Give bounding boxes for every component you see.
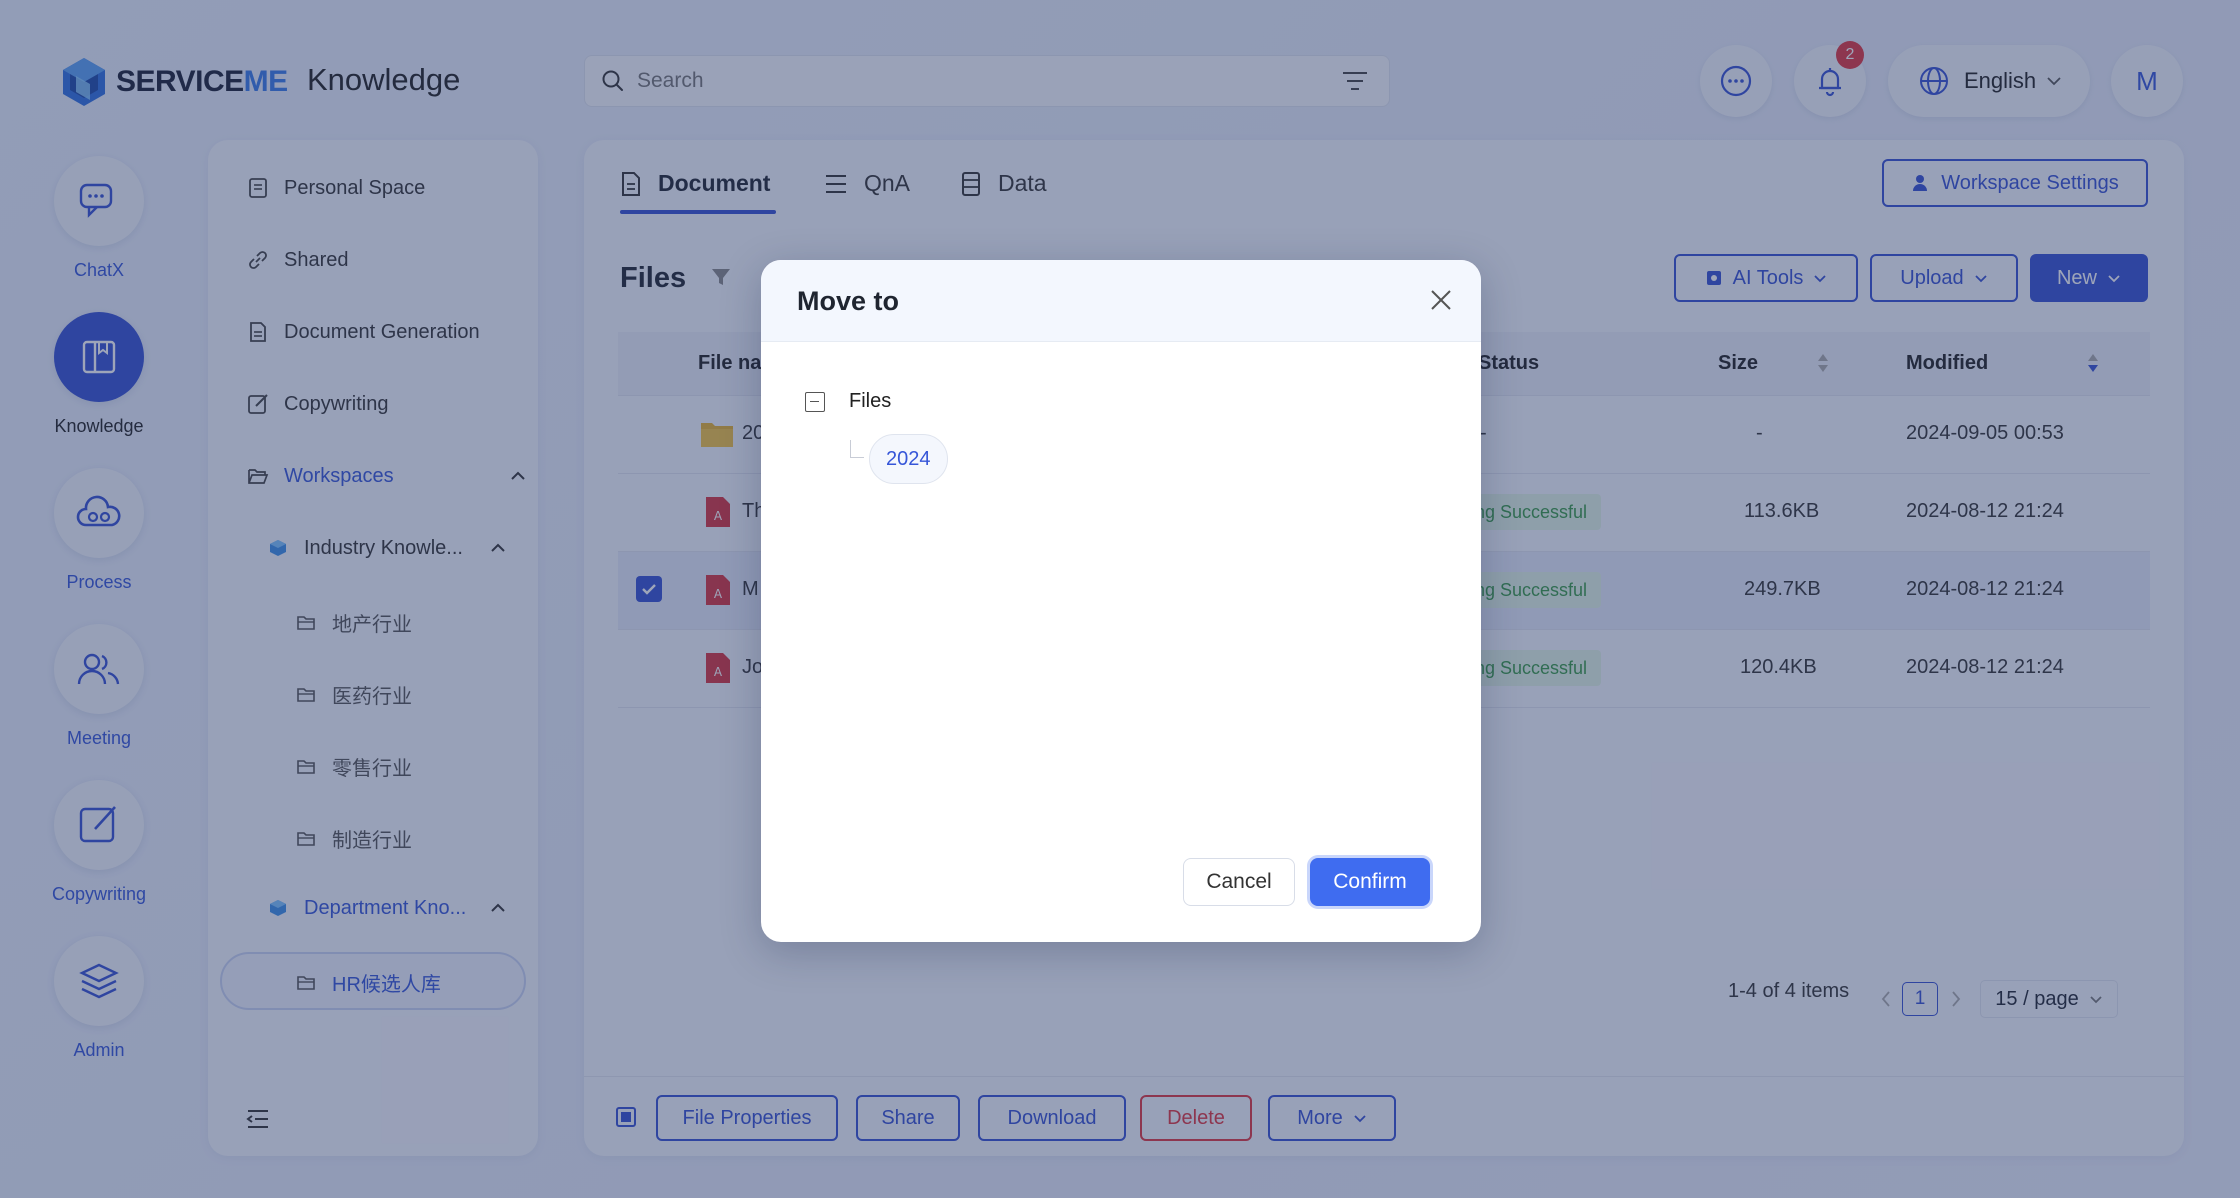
- collapse-icon[interactable]: [805, 391, 825, 412]
- dialog-header: Move to: [761, 260, 1481, 342]
- tree-node-files[interactable]: Files: [805, 390, 891, 413]
- tree-node-2024[interactable]: 2024: [869, 434, 948, 484]
- cancel-button[interactable]: Cancel: [1183, 858, 1295, 906]
- tree-connector: [850, 440, 864, 458]
- move-to-dialog: Move to Files 2024 Cancel Confirm: [761, 260, 1481, 942]
- close-icon[interactable]: [1429, 288, 1453, 312]
- confirm-button[interactable]: Confirm: [1310, 858, 1430, 906]
- dialog-title: Move to: [797, 286, 900, 316]
